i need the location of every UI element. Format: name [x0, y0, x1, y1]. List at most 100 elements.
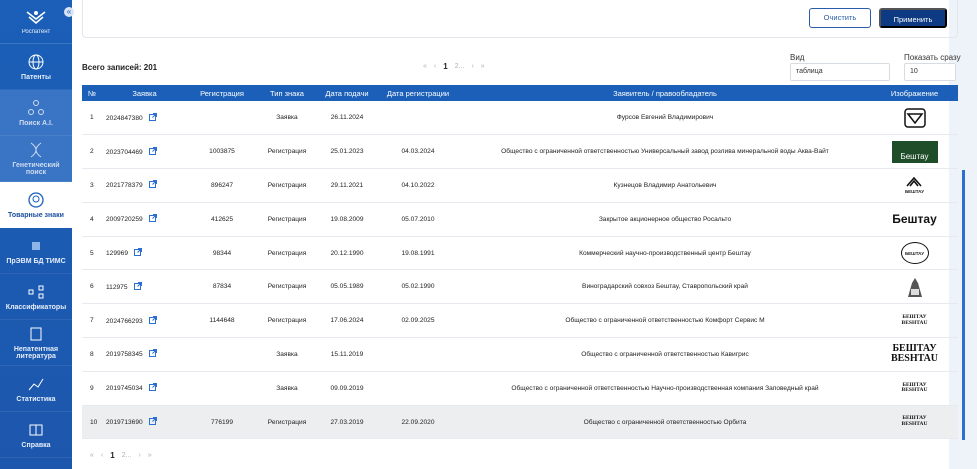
cell-num: 10: [90, 418, 98, 426]
trademark-image: БЕШТАУ BESHTAU: [901, 381, 928, 394]
sidebar-item-ai-search[interactable]: Поиск А.I.: [0, 90, 72, 136]
cell-image[interactable]: БЕШТАУ: [871, 236, 958, 270]
table-row[interactable]: 6 112975 87834 Регистрация 05.05.1989 05.02.1…: [82, 270, 958, 304]
next-page-button[interactable]: ›: [138, 452, 140, 459]
cell-application[interactable]: 2023704469: [102, 135, 187, 169]
cell-image[interactable]: БЕШТАУ BESHTAU: [871, 304, 958, 338]
col-header-owner[interactable]: Заявитель / правообладатель: [459, 85, 871, 101]
trademark-image: [871, 274, 958, 300]
sidebar: Роспатент « Патенты Поиск А.I. Генетичес…: [0, 0, 74, 469]
page-size-select[interactable]: 10: [904, 63, 956, 81]
page-2-link[interactable]: 2...: [455, 63, 465, 70]
cell-image[interactable]: Бештау: [871, 202, 958, 236]
table-row[interactable]: 5 129969 98344 Регистрация 20.12.1990 19.08.1…: [82, 236, 958, 270]
cell-application[interactable]: 2019758345: [102, 338, 187, 372]
view-label: Вид: [790, 53, 805, 62]
open-external-icon[interactable]: [148, 383, 157, 393]
current-page[interactable]: 1: [110, 451, 114, 460]
page-2-link[interactable]: 2...: [122, 452, 132, 459]
cell-regdate: 04.03.2024: [401, 148, 435, 156]
cell-application[interactable]: 2019713690: [102, 405, 187, 439]
sidebar-item-nonpatent-literature[interactable]: Непатентная литература: [0, 320, 72, 366]
col-header-filed[interactable]: Дата подачи: [317, 85, 377, 101]
scrollbar[interactable]: [962, 170, 965, 440]
cell-owner: Общество с ограниченной ответственностью…: [511, 384, 819, 392]
cell-image[interactable]: БЕШТАУ: [871, 169, 958, 203]
trademark-image: БЕШТАУ BESHTAU: [890, 342, 939, 365]
sidebar-item-classifiers[interactable]: Классификаторы: [0, 274, 72, 320]
cell-application[interactable]: 2019745034: [102, 371, 187, 405]
sidebar-item-trademarks[interactable]: Товарные знаки: [0, 182, 72, 228]
view-select[interactable]: таблица: [790, 63, 890, 81]
first-page-button[interactable]: «: [423, 63, 427, 70]
open-external-icon[interactable]: [148, 112, 157, 123]
open-external-icon[interactable]: [148, 180, 157, 190]
logo-text: Роспатент: [21, 28, 51, 35]
clear-button[interactable]: Очистить: [809, 8, 871, 28]
last-page-button[interactable]: »: [148, 452, 152, 459]
trademark-image: БЕШТАУ BESHTAU: [901, 313, 928, 326]
table-row[interactable]: 4 2009720259 412625 Регистрация 19.08.2009 05…: [82, 202, 958, 237]
open-external-icon[interactable]: [133, 281, 142, 292]
col-header-type[interactable]: Тип знака: [257, 85, 317, 101]
cell-application[interactable]: 2024847380: [102, 101, 187, 135]
cell-num: 9: [90, 384, 94, 392]
open-external-icon[interactable]: [148, 315, 157, 326]
col-header-num[interactable]: №: [82, 85, 102, 101]
first-page-button[interactable]: «: [90, 452, 94, 459]
cell-type: Регистрация: [267, 283, 307, 291]
rospatent-logo[interactable]: Роспатент: [0, 0, 72, 44]
sidebar-item-genetic-search[interactable]: Генетический поиск: [0, 136, 72, 182]
sidebar-item-prevm-db[interactable]: ПрЭВМ БД ТИМС: [0, 228, 72, 274]
cell-application[interactable]: 2021778379: [102, 169, 187, 203]
collapse-sidebar-icon[interactable]: «: [64, 7, 74, 17]
cell-filed: 09.09.2019: [330, 384, 364, 392]
col-header-regdate[interactable]: Дата регистрации: [377, 85, 459, 101]
open-external-icon[interactable]: [148, 349, 157, 359]
cell-owner: Общество с ограниченной ответственностью…: [501, 148, 829, 156]
cell-application[interactable]: 112975: [102, 270, 187, 304]
cell-image[interactable]: [871, 101, 958, 135]
prev-page-button[interactable]: ‹: [101, 452, 103, 459]
open-external-icon[interactable]: [134, 248, 143, 258]
apply-button[interactable]: Применить: [879, 8, 947, 28]
cell-image[interactable]: БЕШТАУ BESHTAU: [871, 338, 958, 372]
sidebar-item-statistics[interactable]: Статистика: [0, 366, 72, 412]
cell-type: Заявка: [276, 384, 298, 392]
cell-application[interactable]: 2009720259: [102, 202, 187, 236]
cell-application[interactable]: 129969: [102, 236, 187, 270]
sidebar-item-help[interactable]: Справка: [0, 412, 72, 458]
trademark-badge-icon: [28, 191, 44, 208]
open-external-icon[interactable]: [148, 417, 157, 427]
trademark-image: [871, 105, 958, 131]
cell-image[interactable]: [871, 270, 958, 304]
table-row[interactable]: 2 2023704469 1003875 Регистрация 25.01.2023 0…: [82, 135, 958, 169]
cell-image[interactable]: БЕШТАУ BESHTAU: [871, 405, 958, 439]
cell-image[interactable]: Бештау: [871, 135, 958, 169]
sidebar-item-patents[interactable]: Патенты: [0, 44, 72, 90]
table-row[interactable]: 10 2019713690 776199 Регистрация 27.03.2019 2…: [82, 405, 958, 439]
prev-page-button[interactable]: ‹: [434, 63, 436, 70]
table-row[interactable]: 7 2024766293 1144648 Регистрация 17.06.2024 0…: [82, 304, 958, 338]
cell-type: Регистрация: [267, 249, 307, 257]
cell-type: Регистрация: [267, 418, 307, 426]
cell-registration: [187, 338, 257, 372]
next-page-button[interactable]: ›: [471, 63, 473, 70]
current-page[interactable]: 1: [443, 62, 447, 71]
page-size-label: Показать сразу: [904, 53, 961, 62]
table-row[interactable]: 8 2019758345 Заявка 15.11.2019 Общество с ог…: [82, 338, 958, 372]
open-external-icon[interactable]: [148, 214, 157, 224]
cell-registration: 1144648: [209, 317, 235, 325]
cell-regdate: 02.09.2025: [401, 317, 435, 325]
last-page-button[interactable]: »: [481, 63, 485, 70]
table-row[interactable]: 9 2019745034 Заявка 09.09.2019 Общество с ог…: [82, 371, 958, 406]
col-header-registration[interactable]: Регистрация: [187, 85, 257, 101]
cell-image[interactable]: БЕШТАУ BESHTAU: [871, 371, 958, 405]
col-header-application[interactable]: Заявка: [102, 85, 187, 101]
table-row[interactable]: 3 2021778379 896247 Регистрация 29.11.2021 04…: [82, 169, 958, 203]
open-external-icon[interactable]: [148, 146, 157, 157]
cell-num: 3: [90, 181, 94, 189]
cell-num: 6: [90, 283, 94, 291]
table-row[interactable]: 1 2024847380 Заявка 26.11.2024 Фурсов Евгени…: [82, 101, 958, 135]
cell-application[interactable]: 2024766293: [102, 304, 187, 338]
